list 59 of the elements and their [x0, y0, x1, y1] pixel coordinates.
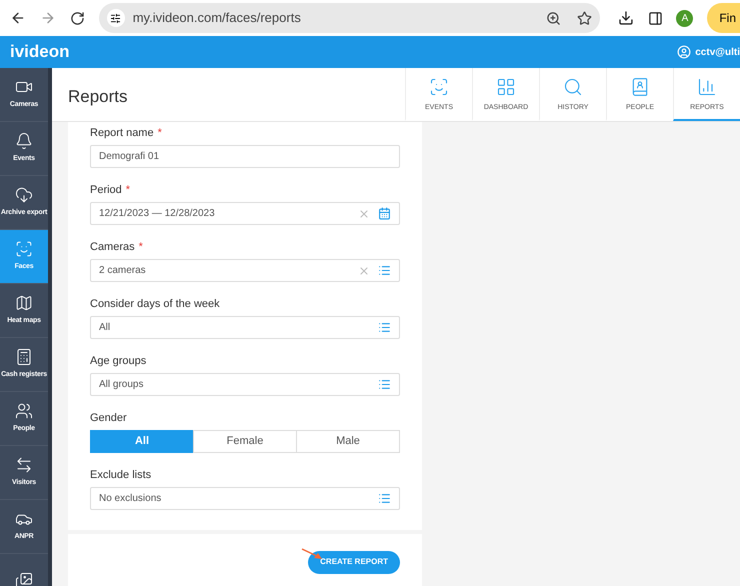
people-icon: [15, 402, 33, 420]
list-icon[interactable]: [378, 378, 391, 391]
field-label: Period: [90, 183, 122, 197]
list-icon[interactable]: [378, 321, 391, 334]
back-icon[interactable]: [10, 10, 26, 26]
calendar-icon[interactable]: [378, 207, 391, 220]
field-label: Consider days of the week: [90, 297, 220, 311]
gender-option[interactable]: Male: [296, 430, 400, 453]
side-button[interactable]: Fin: [707, 3, 740, 33]
contact-book-icon: [630, 76, 650, 96]
reload-icon[interactable]: [70, 10, 85, 26]
field-label: Age groups: [90, 354, 146, 368]
cloud-download-icon: [15, 186, 33, 204]
face-scan-icon: [429, 76, 449, 96]
pointer-arrow-icon: [301, 548, 323, 560]
field-label: Report name: [90, 126, 154, 140]
required-mark: *: [138, 240, 143, 254]
select-field[interactable]: All groups: [90, 373, 400, 396]
site-settings-icon[interactable]: [110, 12, 122, 24]
field-value: No exclusions: [99, 492, 162, 506]
field-label: Gender: [90, 411, 127, 425]
page-title: Reports: [67, 86, 129, 108]
select-field[interactable]: 2 cameras: [90, 259, 400, 282]
profile-avatar[interactable]: A: [676, 10, 694, 26]
address-bar[interactable]: my.ivideon.com/faces/reports: [98, 3, 600, 33]
select-field[interactable]: 12/21/2023 — 12/28/2023: [90, 202, 400, 225]
field-value: 2 cameras: [99, 264, 147, 278]
grid-icon: [496, 76, 516, 96]
required-mark: *: [126, 183, 130, 197]
download-icon[interactable]: [618, 10, 634, 26]
select-field[interactable]: All: [90, 316, 400, 339]
input-field[interactable]: Demografi 01: [90, 145, 400, 168]
search-icon: [563, 76, 583, 96]
field-value: Demografi 01: [99, 150, 160, 164]
field-label: Exclude lists: [90, 468, 152, 482]
arrows-icon: [15, 456, 33, 474]
field-label: Cameras: [90, 240, 135, 254]
calculator-icon: [15, 348, 33, 366]
clear-icon[interactable]: [358, 264, 370, 276]
field-value: All: [99, 321, 112, 335]
list-icon[interactable]: [378, 264, 391, 277]
field-value: All groups: [99, 378, 144, 392]
face-scan-icon: [15, 240, 33, 258]
user-icon[interactable]: [677, 45, 692, 59]
forward-icon[interactable]: [40, 10, 56, 26]
bar-chart-icon: [697, 76, 717, 96]
url-text: my.ivideon.com/faces/reports: [132, 9, 302, 28]
list-icon[interactable]: [378, 492, 391, 505]
field-value: 12/21/2023 — 12/28/2023: [99, 207, 216, 221]
gallery-icon: [15, 572, 33, 586]
zoom-icon[interactable]: [546, 10, 561, 26]
bookmark-icon[interactable]: [576, 10, 592, 26]
required-mark: *: [158, 126, 162, 140]
map-icon: [15, 294, 33, 312]
bell-icon: [15, 132, 33, 150]
select-field[interactable]: No exclusions: [90, 487, 400, 510]
gender-option[interactable]: Female: [193, 430, 297, 453]
side-panel-icon[interactable]: [648, 10, 662, 26]
clear-icon[interactable]: [358, 208, 370, 220]
